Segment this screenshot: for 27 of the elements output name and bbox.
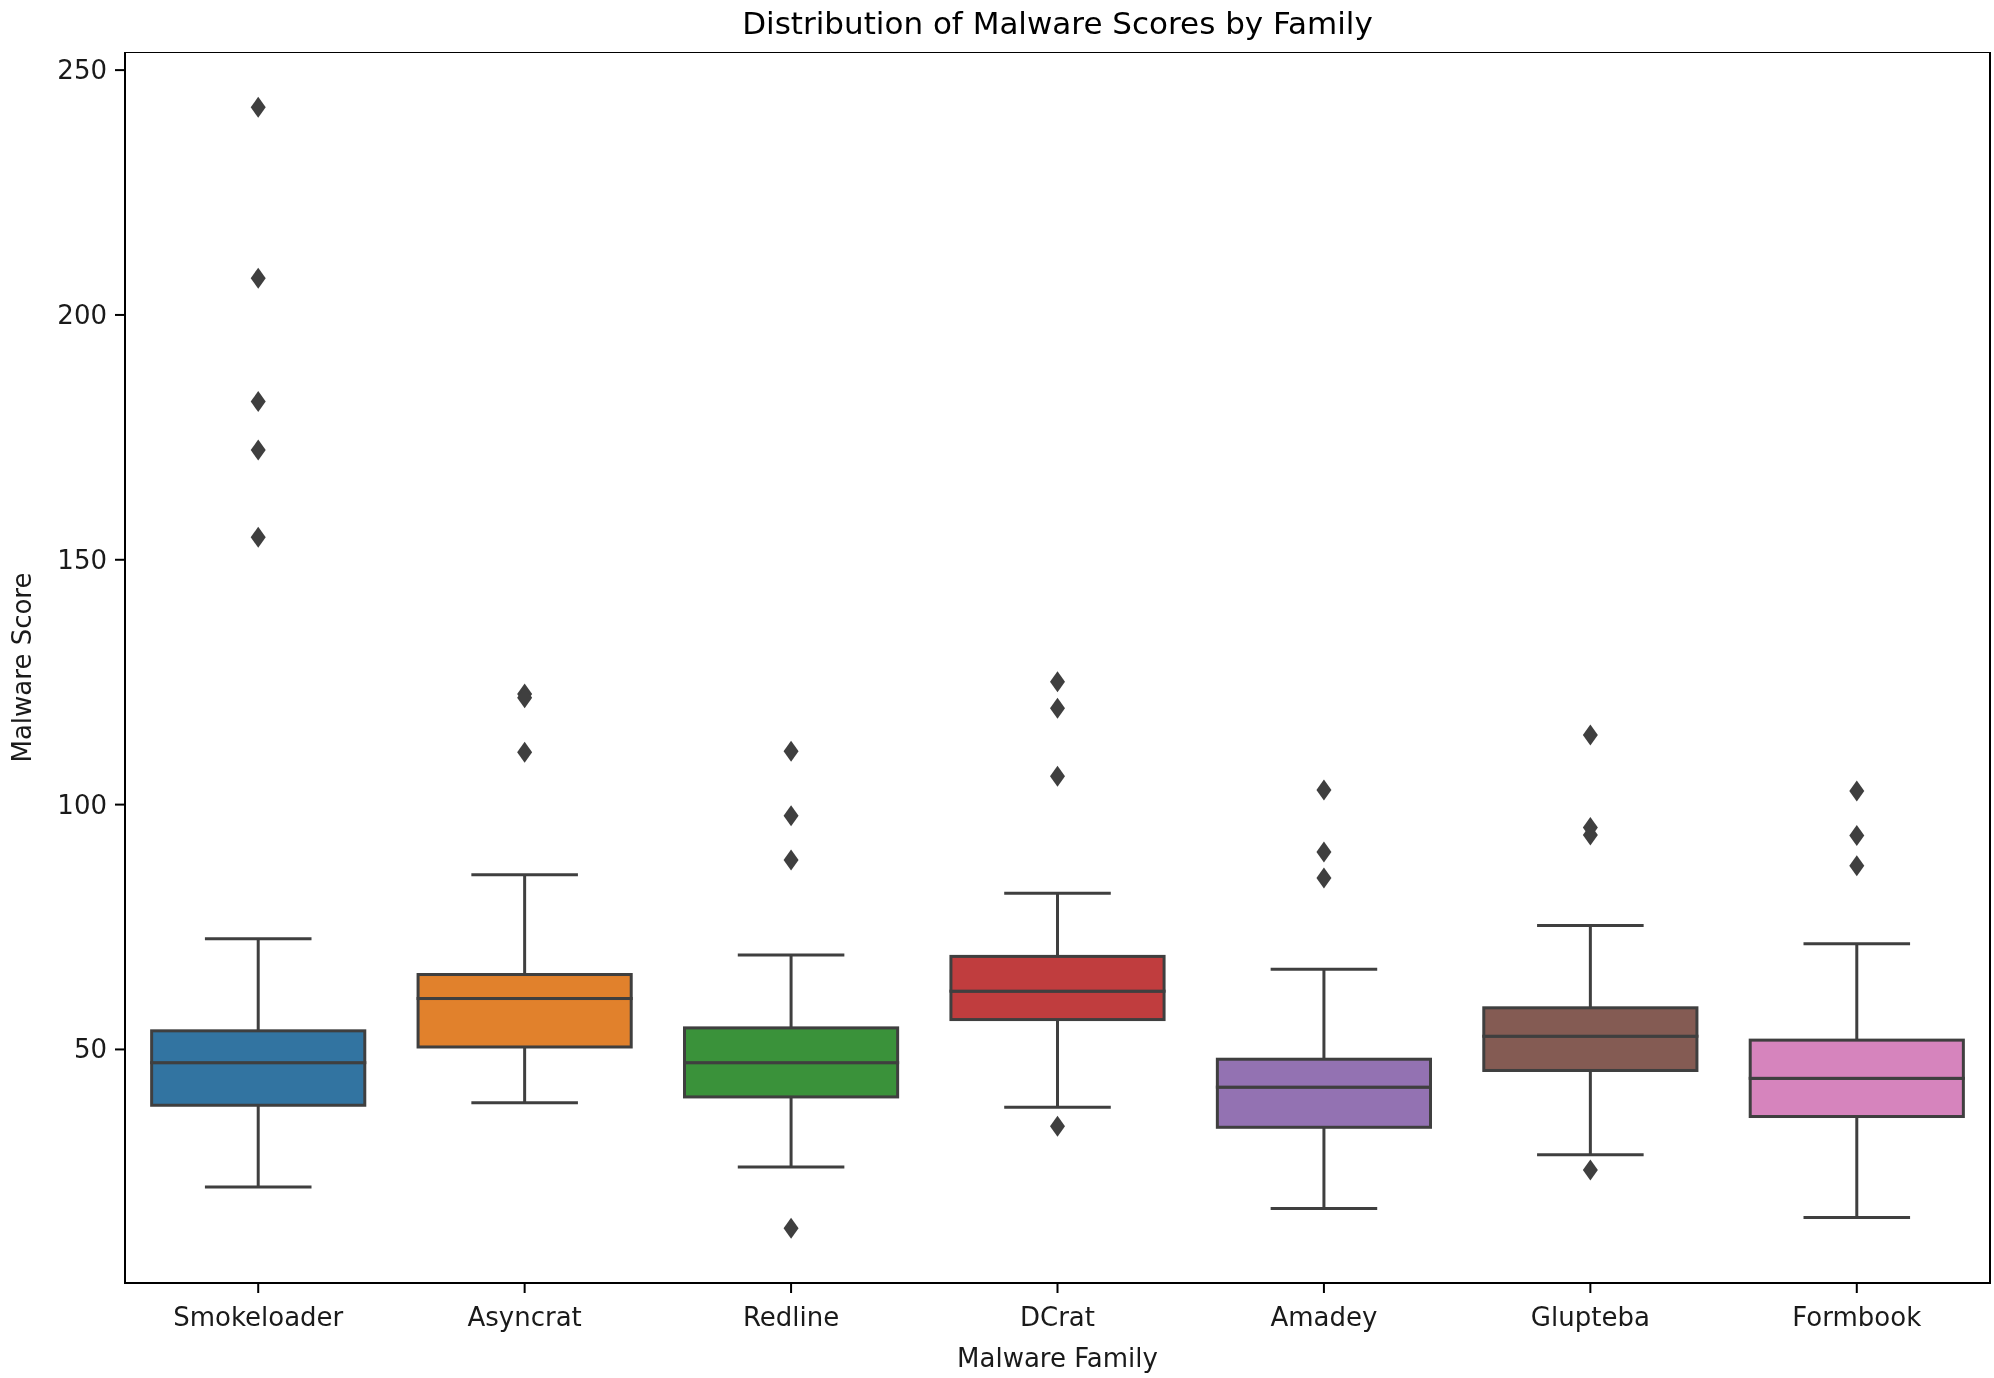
y-tick-label: 150 [57,544,107,575]
x-tick-label: DCrat [1020,1302,1095,1332]
chart-title: Distribution of Malware Scores by Family [742,5,1373,41]
x-axis-label: Malware Family [957,1343,1158,1373]
x-tick-label: Redline [742,1302,840,1332]
x-tick-mark [790,1282,793,1294]
x-tick-label: Smokeloader [173,1302,344,1332]
x-tick-label: Glupteba [1530,1302,1650,1332]
x-tick-mark [257,1282,260,1294]
y-tick-mark [114,558,126,561]
y-tick-mark [114,803,126,806]
y-tick-mark [114,313,126,316]
x-tick-mark [1855,1282,1858,1294]
x-tick-mark [1589,1282,1592,1294]
y-tick-label: 100 [57,789,107,820]
x-tick-label: Amadey [1270,1302,1378,1332]
y-tick-mark [114,69,126,72]
y-tick-label: 250 [57,55,107,86]
y-tick-mark [114,1048,126,1051]
x-tick-label: Asyncrat [467,1302,582,1332]
x-tick-label: Formbook [1792,1302,1922,1332]
x-tick-mark [1322,1282,1325,1294]
y-tick-label: 200 [57,299,107,330]
x-tick-mark [1056,1282,1059,1294]
y-tick-label: 50 [73,1034,107,1065]
y-axis-label: Malware Score [7,572,37,763]
x-tick-mark [523,1282,526,1294]
